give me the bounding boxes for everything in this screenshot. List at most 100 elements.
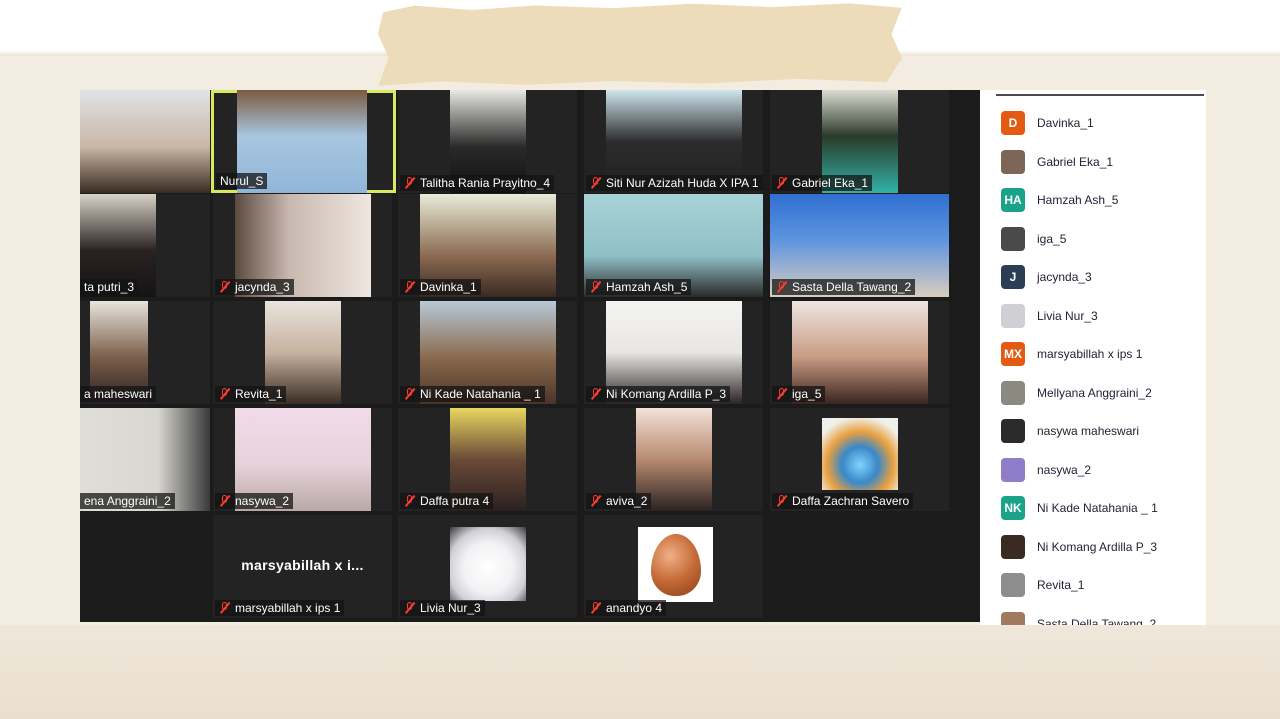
participant-name-tag: a maheswari xyxy=(80,386,157,402)
participant-avatar xyxy=(1001,534,1025,559)
participant-list-item[interactable]: Livia Nur_3 xyxy=(1001,303,1098,329)
participant-name-tag: nasywa_2 xyxy=(215,493,294,509)
participant-avatar xyxy=(1001,303,1025,328)
video-tile-active-speaker[interactable]: Nurul_S xyxy=(211,90,396,193)
participant-name: nasywa maheswari xyxy=(1037,424,1140,438)
participant-name-tag: iga_5 xyxy=(772,386,826,402)
mic-muted-icon xyxy=(219,281,230,293)
participant-display-name: marsyabillah x i... xyxy=(241,557,364,573)
participant-name: nasywa_2 xyxy=(1037,462,1092,477)
mic-muted-icon xyxy=(404,281,415,293)
participant-name-tag: marsyabillah x ips 1 xyxy=(215,600,345,616)
participant-name-tag: Daffa putra 4 xyxy=(400,493,494,509)
participant-list-item[interactable]: Sasta Della Tawang_2 xyxy=(1001,611,1157,626)
panel-divider xyxy=(996,94,1204,96)
participant-list-item[interactable]: MX marsyabillah x ips 1 xyxy=(1001,341,1142,367)
mic-muted-icon xyxy=(776,388,787,400)
participant-name-tag: Revita_1 xyxy=(215,386,287,402)
video-tile[interactable]: anandyo 4 xyxy=(584,515,763,618)
video-tile[interactable]: Daffa Zachran Savero xyxy=(770,408,949,511)
mic-muted-icon xyxy=(590,388,601,400)
video-tile[interactable]: Sasta Della Tawang_2 xyxy=(770,194,949,297)
participant-list-item[interactable]: nasywa maheswari xyxy=(1001,418,1139,444)
video-tile[interactable]: ena Anggraini_2 xyxy=(80,408,210,511)
mic-muted-icon xyxy=(219,388,230,400)
participant-name: Davinka_1 xyxy=(1037,116,1094,130)
participant-name-tag: anandyo 4 xyxy=(586,600,667,616)
video-tile[interactable]: Ni Komang Ardilla P_3 xyxy=(584,301,763,404)
participant-avatar-image xyxy=(450,527,526,601)
video-tile[interactable]: Revita_1 xyxy=(213,301,392,404)
participant-list-item[interactable]: Revita_1 xyxy=(1001,572,1084,598)
mic-muted-icon xyxy=(776,495,787,507)
video-tile[interactable]: Daffa putra 4 xyxy=(398,408,577,511)
video-tile[interactable]: nasywa_2 xyxy=(213,408,392,511)
participant-list-item[interactable]: Mellyana Anggraini_2 xyxy=(1001,380,1152,406)
participant-list-item[interactable]: D Davinka_1 xyxy=(1001,110,1094,136)
participant-avatar-image xyxy=(638,527,713,602)
participant-list-item[interactable]: NK Ni Kade Natahania _ 1 xyxy=(1001,495,1158,521)
participant-name: Sasta Della Tawang_2 xyxy=(1037,616,1157,626)
video-tile[interactable] xyxy=(80,90,210,193)
participant-name: Gabriel Eka_1 xyxy=(1037,154,1114,169)
participant-list-item[interactable]: HA Hamzah Ash_5 xyxy=(1001,187,1118,213)
mic-muted-icon xyxy=(590,602,601,614)
participant-name-tag: Gabriel Eka_1 xyxy=(772,175,873,191)
participant-avatar xyxy=(1001,419,1025,443)
video-tile[interactable]: Hamzah Ash_5 xyxy=(584,194,763,297)
video-tile[interactable]: a maheswari xyxy=(80,301,210,404)
participant-name-tag: Davinka_1 xyxy=(400,279,481,295)
participant-avatar: NK xyxy=(1001,496,1025,520)
participant-list-item[interactable]: Gabriel Eka_1 xyxy=(1001,149,1113,175)
participant-name-tag: Nurul_S xyxy=(216,173,268,189)
video-tile[interactable]: ta putri_3 xyxy=(80,194,210,297)
mic-muted-icon xyxy=(404,177,415,189)
video-tile[interactable]: Talitha Rania Prayitno_4 xyxy=(398,90,577,193)
participant-list-item[interactable]: Ni Komang Ardilla P_3 xyxy=(1001,534,1157,560)
mic-muted-icon xyxy=(590,177,601,189)
mic-muted-icon xyxy=(776,281,787,293)
participant-name: Revita_1 xyxy=(1037,578,1085,592)
mic-muted-icon xyxy=(590,281,601,293)
participants-panel: D Davinka_1 Gabriel Eka_1 HA Hamzah Ash_5iga… xyxy=(980,90,1206,625)
participant-name-tag: aviva_2 xyxy=(586,493,652,509)
participant-name: Ni Kade Natahania _ 1 xyxy=(1037,501,1158,515)
mic-muted-icon xyxy=(219,495,230,507)
participant-name: Mellyana Anggraini_2 xyxy=(1037,385,1152,400)
participant-name: jacynda_3 xyxy=(1037,270,1092,284)
participant-avatar: MX xyxy=(1001,342,1025,366)
participant-avatar: HA xyxy=(1001,188,1025,212)
participant-video xyxy=(80,90,210,193)
video-tile[interactable]: Davinka_1 xyxy=(398,194,577,297)
video-tile[interactable]: marsyabillah x i... marsyabillah x ips 1 xyxy=(213,515,392,618)
video-tile[interactable]: iga_5 xyxy=(770,301,949,404)
participant-name: marsyabillah x ips 1 xyxy=(1037,347,1143,361)
paper-background xyxy=(0,625,1280,719)
participant-list-item[interactable]: iga_5 xyxy=(1001,226,1066,252)
participant-name: Hamzah Ash_5 xyxy=(1037,193,1119,207)
video-tile[interactable]: jacynda_3 xyxy=(213,194,392,297)
participant-name-tag: Livia Nur_3 xyxy=(400,600,485,616)
participant-avatar xyxy=(1001,611,1025,625)
video-tile[interactable]: Ni Kade Natahania _ 1 xyxy=(398,301,577,404)
participant-list-item[interactable]: Jjacynda_3 xyxy=(1001,264,1092,290)
participant-name: Ni Komang Ardilla P_3 xyxy=(1037,539,1158,554)
participant-name-tag: Ni Komang Ardilla P_3 xyxy=(586,386,731,402)
video-tile[interactable]: aviva_2 xyxy=(584,408,763,511)
participant-name-tag: Siti Nur Azizah Huda X IPA 1 xyxy=(586,175,763,191)
participant-avatar xyxy=(1001,457,1025,482)
participant-avatar: D xyxy=(1001,111,1025,135)
video-tile[interactable]: Livia Nur_3 xyxy=(398,515,577,618)
participant-name-tag: ena Anggraini_2 xyxy=(80,493,175,509)
participant-avatar xyxy=(1001,573,1025,597)
video-tile[interactable]: Gabriel Eka_1 xyxy=(770,90,949,193)
mic-muted-icon xyxy=(776,177,787,189)
participant-name-tag: ta putri_3 xyxy=(80,279,139,295)
participant-name-tag: Hamzah Ash_5 xyxy=(586,279,692,295)
participant-name-tag: Sasta Della Tawang_2 xyxy=(772,279,916,295)
video-tile[interactable]: Siti Nur Azizah Huda X IPA 1 xyxy=(584,90,763,193)
participant-list-item[interactable]: nasywa_2 xyxy=(1001,457,1091,483)
participant-avatar xyxy=(1001,226,1025,251)
mic-muted-icon xyxy=(590,495,601,507)
mic-muted-icon xyxy=(219,602,230,614)
